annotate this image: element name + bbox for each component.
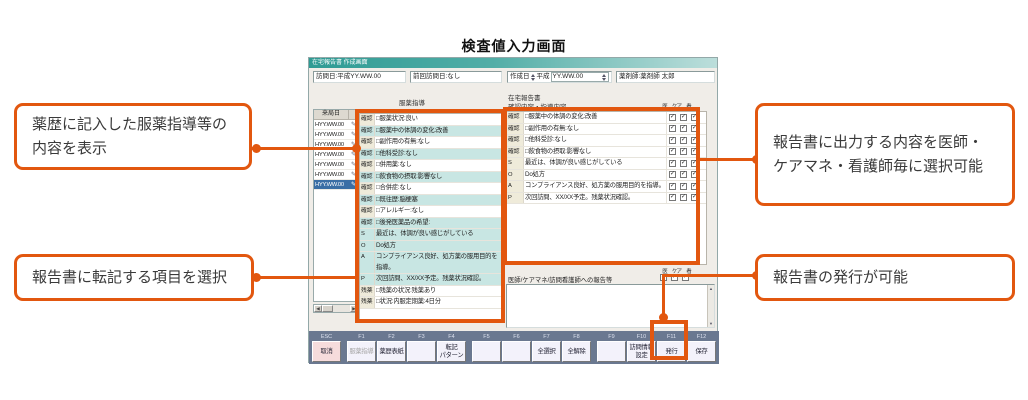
visit-date-row[interactable]: HYY.WW.00✎: [314, 150, 358, 160]
annotation-rect-report: [503, 107, 700, 265]
visit-date-field: 訪問日:平成YY.WW.00: [313, 71, 406, 83]
pharmacist-field: 薬剤師:薬剤師 太郎: [616, 71, 715, 83]
fkey-f4: F4転記 パターン: [437, 333, 466, 362]
create-date-label: 作成日: [510, 72, 530, 82]
window-titlebar[interactable]: 在宅報告書 作成画面: [309, 58, 717, 68]
fkey-caption: F6: [502, 333, 531, 341]
callout-guidance-content: 薬歴に記入した服薬指導等の内容を表示: [14, 103, 252, 170]
fkey-button-f7[interactable]: 全選択: [532, 341, 561, 362]
visit-date-row[interactable]: HYY.WW.00✎: [314, 180, 358, 190]
visit-date-value: HYY.WW.00: [314, 170, 349, 179]
fkey-caption: ESC: [312, 333, 341, 341]
visit-date-value: HYY.WW.00: [314, 150, 349, 159]
fkey-caption: F3: [407, 333, 436, 341]
fkey-button-f5: [472, 341, 501, 362]
fkey-caption: F1: [347, 333, 376, 341]
connector-line: [250, 147, 355, 150]
note-label: 医師/ケアマネ/訪問看護師への報告等: [508, 275, 612, 284]
connector-line: [251, 276, 355, 279]
scrollbar-thumb[interactable]: [322, 305, 333, 312]
vertical-scrollbar[interactable]: ▲ ▼: [707, 285, 714, 327]
spinner-icon[interactable]: [531, 73, 536, 82]
fkey-f9: F9: [597, 333, 626, 362]
horizontal-scrollbar[interactable]: ◀ ▶: [313, 304, 359, 313]
fkey-caption: F8: [562, 333, 591, 341]
fkey-button-esc[interactable]: 取消: [312, 341, 341, 362]
fkey-caption: F7: [532, 333, 561, 341]
visit-date-table: 来局日 HYY.WW.00✎HYY.WW.00✎HYY.WW.00✎HYY.WW…: [313, 109, 359, 302]
visit-date-value: HYY.WW.00: [314, 130, 349, 139]
create-date-era: 平成: [537, 72, 550, 82]
page-title: 検査値入力画面: [0, 36, 1028, 56]
visit-date-value: HYY.WW.00: [314, 180, 349, 189]
screenshot-page: 検査値入力画面 在宅報告書 作成画面 訪問日:平成YY.WW.00 前回訪問日:…: [0, 0, 1028, 400]
fkey-button-f6: [502, 341, 531, 362]
connector-dot: [252, 144, 261, 153]
connector-line: [662, 274, 757, 277]
fkey-button-f3: [407, 341, 436, 362]
visit-date-table-header: 来局日: [314, 110, 358, 120]
guidance-section-title: 服薬指導: [369, 97, 455, 107]
scroll-up-icon[interactable]: ▲: [709, 286, 713, 291]
fkey-f6: F6: [502, 333, 531, 362]
annotation-rect-guidance: [355, 109, 505, 323]
callout-transfer-select: 報告書に転記する項目を選択: [14, 254, 254, 301]
visit-date-row[interactable]: HYY.WW.00✎: [314, 170, 358, 180]
fkey-f7: F7全選択: [532, 333, 561, 362]
fkey-caption: F4: [437, 333, 466, 341]
connector-line: [700, 158, 757, 161]
fkey-button-f1: 服薬指導: [347, 341, 376, 362]
fkey-f3: F3: [407, 333, 436, 362]
fkey-caption: F12: [687, 333, 716, 341]
prev-visit-field: 前回訪問日:なし: [410, 71, 502, 83]
fkey-button-f9: [597, 341, 626, 362]
fkey-caption: F2: [377, 333, 406, 341]
fkey-button-f2[interactable]: 薬歴表紙: [377, 341, 406, 362]
callout-publish: 報告書の発行が可能: [755, 254, 1015, 301]
fkey-f12: F12保存: [687, 333, 716, 362]
connector-dot: [352, 144, 361, 153]
callout-output-per-role: 報告書に出力する内容を医師・ケアマネ・看護師毎に選択可能: [755, 103, 1015, 206]
fkey-caption: F5: [472, 333, 501, 341]
visit-date-table-body: HYY.WW.00✎HYY.WW.00✎HYY.WW.00✎HYY.WW.00✎…: [314, 120, 358, 190]
fkey-button-f12[interactable]: 保存: [687, 341, 716, 362]
visit-date-value: HYY.WW.00: [314, 160, 349, 169]
scroll-left-icon[interactable]: ◀: [314, 305, 322, 312]
visit-date-value: HYY.WW.00: [314, 120, 349, 129]
annotation-rect-publish-button: [650, 320, 688, 360]
spinner-icon[interactable]: [602, 73, 607, 82]
fkey-f1: F1服薬指導: [347, 333, 376, 362]
fkey-esc: ESC取消: [312, 333, 341, 362]
fkey-button-f8[interactable]: 全解除: [562, 341, 591, 362]
create-date-field[interactable]: 作成日 平成 YY.WW.00: [507, 71, 612, 83]
fkey-f8: F8全解除: [562, 333, 591, 362]
fkey-f5: F5: [472, 333, 501, 362]
fkey-f2: F2薬歴表紙: [377, 333, 406, 362]
connector-dot: [659, 313, 668, 322]
fkey-button-f4[interactable]: 転記 パターン: [437, 341, 466, 362]
fkey-caption: F9: [597, 333, 626, 341]
scroll-down-icon[interactable]: ▼: [709, 321, 713, 326]
visit-date-row[interactable]: HYY.WW.00✎: [314, 130, 358, 140]
visit-date-row[interactable]: HYY.WW.00✎: [314, 120, 358, 130]
create-date-input[interactable]: YY.WW.00: [551, 72, 610, 82]
visit-date-row[interactable]: HYY.WW.00✎: [314, 160, 358, 170]
